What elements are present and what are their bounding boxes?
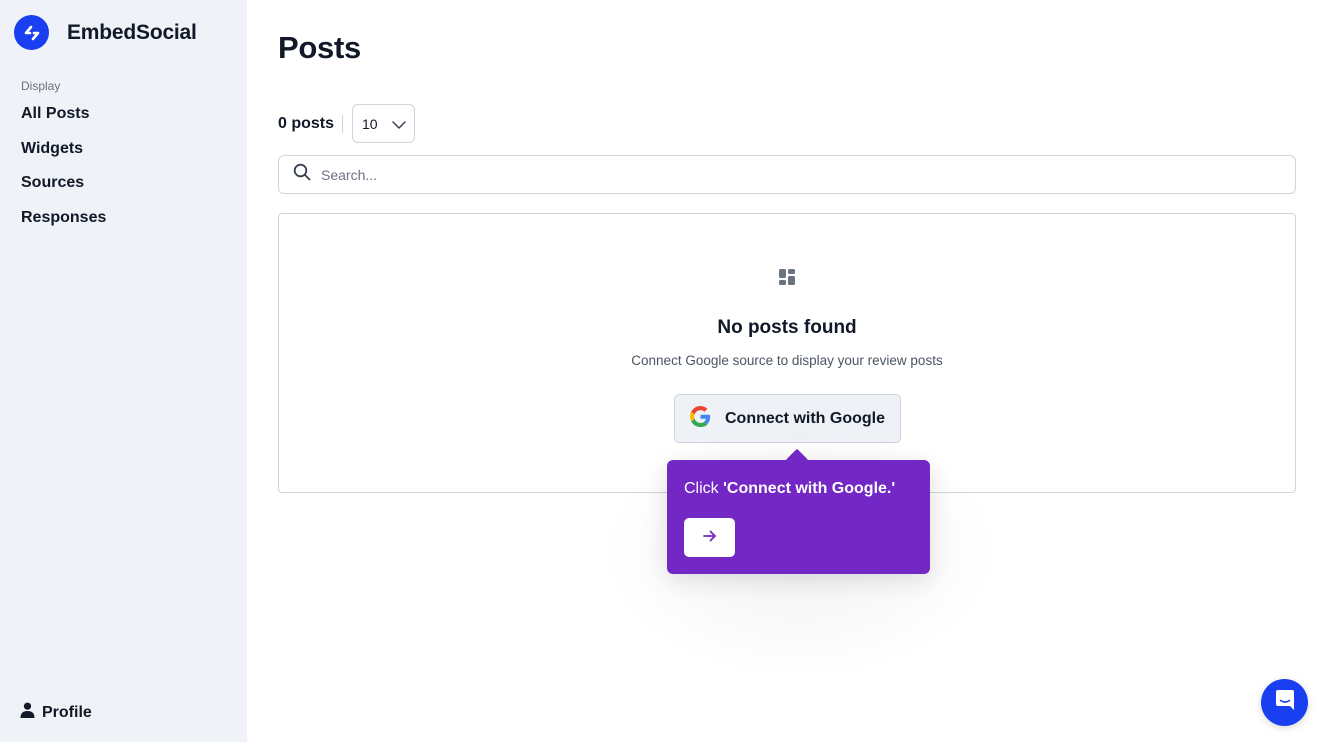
chat-launcher-button[interactable] bbox=[1261, 679, 1308, 726]
google-g-icon bbox=[690, 405, 711, 432]
page-title: Posts bbox=[278, 30, 361, 65]
tooltip-text: Click 'Connect with Google.' bbox=[684, 480, 896, 497]
chat-bubble-icon bbox=[1275, 689, 1295, 716]
search-icon bbox=[293, 163, 311, 186]
posts-toolbar: 0 posts 10 bbox=[278, 104, 416, 143]
empty-state-description: Connect Google source to display your re… bbox=[631, 353, 943, 368]
sidebar-nav: All Posts Widgets Sources Responses bbox=[21, 104, 106, 242]
onboarding-tooltip: Click 'Connect with Google.' bbox=[667, 460, 930, 574]
search-input[interactable] bbox=[321, 166, 1221, 183]
tooltip-highlight: 'Connect with Google.' bbox=[723, 480, 896, 497]
per-page-value: 10 bbox=[362, 115, 378, 132]
chevron-down-icon bbox=[391, 116, 406, 132]
user-icon bbox=[20, 702, 35, 723]
connect-google-button[interactable]: Connect with Google bbox=[674, 394, 901, 443]
per-page-select[interactable]: 10 bbox=[352, 104, 416, 143]
connect-google-label: Connect with Google bbox=[725, 409, 885, 427]
profile-label: Profile bbox=[42, 703, 92, 721]
sidebar-item-profile[interactable]: Profile bbox=[20, 702, 92, 723]
empty-state-title: No posts found bbox=[717, 317, 857, 338]
empty-state-card: No posts found Connect Google source to … bbox=[278, 213, 1296, 493]
sidebar-item-sources[interactable]: Sources bbox=[21, 173, 106, 208]
embedsocial-logo-icon bbox=[14, 15, 49, 50]
dashboard-grid-icon bbox=[778, 268, 796, 291]
sidebar-item-widgets[interactable]: Widgets bbox=[21, 139, 106, 174]
brand-name: EmbedSocial bbox=[67, 20, 197, 44]
brand[interactable]: EmbedSocial bbox=[14, 15, 197, 50]
sidebar-section-label: Display bbox=[21, 79, 61, 93]
sidebar: EmbedSocial Display All Posts Widgets So… bbox=[0, 0, 247, 742]
post-count: 0 posts bbox=[278, 114, 335, 132]
arrow-right-icon bbox=[702, 529, 717, 547]
divider bbox=[342, 114, 344, 133]
tooltip-next-button[interactable] bbox=[684, 518, 735, 557]
search-bar bbox=[278, 155, 1296, 194]
sidebar-item-responses[interactable]: Responses bbox=[21, 208, 106, 243]
sidebar-item-all-posts[interactable]: All Posts bbox=[21, 104, 106, 139]
